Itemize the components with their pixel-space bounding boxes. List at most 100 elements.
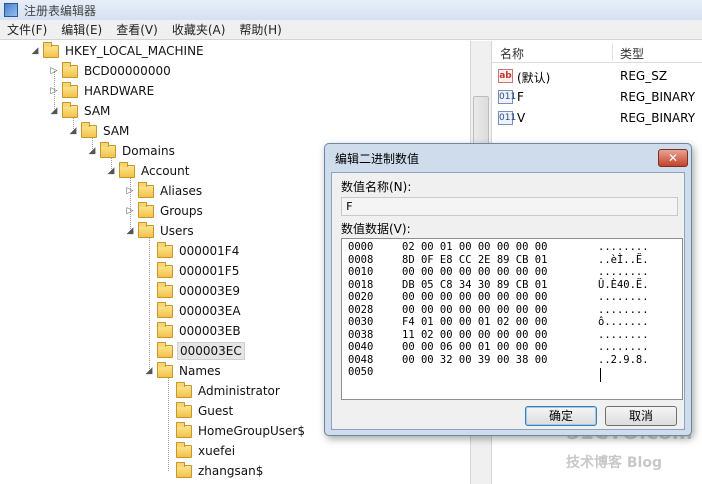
menu-edit[interactable]: 编辑(E) [54,21,109,38]
value-row-v[interactable]: 011 V REG_BINARY [492,108,702,129]
tree-node-000003e9[interactable]: 000003E9 [144,281,242,301]
tree-node-label: 000003EC [177,342,245,360]
dialog-titlebar[interactable]: 编辑二进制数值 ✕ [325,144,691,172]
collapsed-arrow-icon[interactable]: ▷ [49,66,59,76]
tree-node-label: Names [179,364,221,378]
tree-node-sam[interactable]: ◢ SAM [68,121,131,141]
values-list-header: 名称 类型 [492,41,702,63]
folder-icon [176,381,192,398]
ok-button[interactable]: 确定 [525,406,597,426]
expanded-arrow-icon[interactable]: ◢ [144,366,154,376]
hex-bytes: 11 02 00 00 00 00 00 00 [402,328,548,341]
tree-node-account[interactable]: ◢ Account [106,161,191,181]
hex-ascii: ..2.9.8. [598,353,649,366]
expanded-arrow-icon[interactable]: ◢ [125,226,135,236]
tree-node-homegroupuser-[interactable]: HomeGroupUser$ [163,421,307,441]
folder-icon [157,301,173,318]
expanded-arrow-icon[interactable]: ◢ [68,126,78,136]
tree-node-label: Domains [122,144,175,158]
folder-icon [176,421,192,438]
hex-row[interactable]: 0038 11 02 00 00 00 00 00 00........ [348,328,649,341]
tree-node-000001f4[interactable]: 000001F4 [144,241,241,261]
window-title: 注册表编辑器 [24,3,97,18]
tree-node-000001f5[interactable]: 000001F5 [144,261,241,281]
collapsed-arrow-icon[interactable]: ▷ [49,86,59,96]
hex-row[interactable]: 0030 F4 01 00 00 01 02 00 00 ô....... [348,317,649,328]
tree-node-administrator[interactable]: Administrator [163,381,282,401]
hex-bytes: 00 00 00 00 00 00 00 00 [402,266,548,278]
dialog-body: 数值名称(N): F 数值数据(V): 0000 02 00 01 00 00 0… [331,172,685,430]
tree-node-bcd00000000[interactable]: ▷ BCD00000000 [49,61,173,81]
tree-node-domains[interactable]: ◢ Domains [87,141,177,161]
hex-row[interactable]: 0008 8D 0F E8 CC 2E 89 CB 01 ..èÌ..Ë. [348,253,649,266]
hex-offset: 0018 [348,278,374,291]
tree-node-users[interactable]: ◢ Users [125,221,196,241]
tree-node-000003ec[interactable]: 000003EC [144,341,245,361]
hex-editor[interactable]: 0000 02 00 01 00 00 00 00 00........ 0008 8… [341,238,683,400]
hex-offset: 0028 [348,303,374,316]
folder-icon [157,241,173,258]
expanded-arrow-icon[interactable]: ◢ [49,106,59,116]
hex-row[interactable]: 0040 00 00 06 00 01 00 00 00........ [348,342,649,353]
column-header-type[interactable]: 类型 [620,45,644,62]
collapsed-arrow-icon[interactable]: ▷ [125,186,135,196]
expanded-arrow-icon[interactable]: ◢ [106,166,116,176]
menu-file[interactable]: 文件(F) [0,21,54,38]
folder-icon [138,221,154,238]
tree-node-000003eb[interactable]: 000003EB [144,321,243,341]
value-row-f[interactable]: 011 F REG_BINARY [492,87,702,108]
hex-bytes: 00 00 00 00 00 00 00 00 [402,303,548,316]
menu-favorites[interactable]: 收藏夹(A) [165,21,233,38]
folder-icon [157,341,173,358]
column-separator[interactable] [612,43,613,61]
collapsed-arrow-icon[interactable]: ▷ [125,206,135,216]
hex-row[interactable]: 0000 02 00 01 00 00 00 00 00........ [348,242,649,253]
hex-bytes: DB 05 C8 34 30 89 CB 01 [402,278,548,291]
tree-node-zhangsan-[interactable]: zhangsan$ [163,461,265,481]
hex-row[interactable]: 0020 00 00 00 00 00 00 00 00........ [348,292,649,303]
close-button[interactable]: ✕ [658,149,688,167]
tree-node-sam[interactable]: ◢ SAM [49,101,112,121]
hex-offset: 0000 [348,241,374,253]
hex-offset: 0040 [348,341,374,353]
folder-icon [176,401,192,418]
hex-row[interactable]: 0050 [348,367,598,378]
hex-ascii: ..èÌ..Ë. [598,253,649,266]
folder-icon [62,61,78,78]
tree-node-hardware[interactable]: ▷ HARDWARE [49,81,156,101]
folder-icon [157,261,173,278]
tree-node-000003ea[interactable]: 000003EA [144,301,243,321]
value-type: REG_SZ [620,69,668,83]
tree-node-label: 000003E9 [179,284,241,298]
hex-ascii: ........ [598,241,649,253]
hex-row[interactable]: 0048 00 00 32 00 39 00 38 00 ..2.9.8. [348,353,649,366]
hex-bytes: 00 00 32 00 39 00 38 00 [402,353,548,366]
hex-ascii: ........ [598,266,649,278]
column-header-name[interactable]: 名称 [500,45,524,62]
regedit-app-icon [4,3,18,17]
tree-node-groups[interactable]: ▷ Groups [125,201,205,221]
tree-node-guest[interactable]: Guest [163,401,235,421]
tree-node-hkey-local-machine[interactable]: ◢ HKEY_LOCAL_MACHINE [30,41,206,61]
hex-row[interactable]: 0018 DB 05 C8 34 30 89 CB 01 Û.È40.Ë. [348,278,649,291]
hex-row[interactable]: 0028 00 00 00 00 00 00 00 00........ [348,303,649,316]
tree-node-xuefei[interactable]: xuefei [163,441,237,461]
menu-view[interactable]: 查看(V) [109,21,165,38]
hex-offset: 0008 [348,253,374,266]
hex-offset: 0010 [348,266,374,278]
tree-node-aliases[interactable]: ▷ Aliases [125,181,204,201]
hex-row[interactable]: 0010 00 00 00 00 00 00 00 00........ [348,267,649,278]
expanded-arrow-icon[interactable]: ◢ [87,146,97,156]
expanded-arrow-icon[interactable]: ◢ [30,46,40,56]
folder-icon [100,141,116,158]
cancel-button[interactable]: 取消 [605,406,677,426]
menu-help[interactable]: 帮助(H) [232,21,288,38]
tree-node-label: HARDWARE [84,84,155,98]
tree-node-names[interactable]: ◢ Names [144,361,223,381]
value-row-default[interactable]: ab (默认) REG_SZ [492,66,702,87]
folder-icon [157,321,173,338]
watermark-caption: 技术博客 Blog [566,455,662,471]
